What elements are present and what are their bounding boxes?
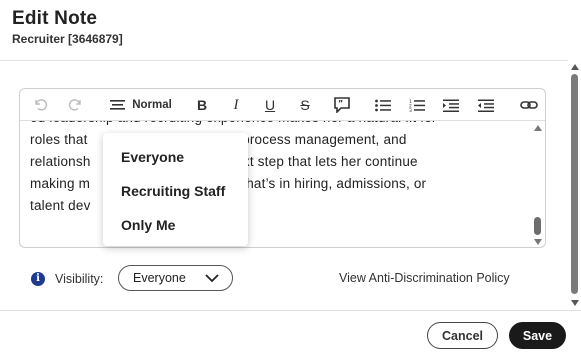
paragraph-format-icon[interactable] (108, 96, 126, 114)
editor-scroll-thumb[interactable] (534, 217, 541, 235)
modal-header: Edit Note Recruiter [3646879] (12, 8, 123, 46)
svg-text:”: ” (338, 99, 343, 108)
undo-icon[interactable] (32, 96, 50, 114)
editor-scrollbar[interactable] (533, 125, 542, 245)
outdent-icon[interactable] (477, 96, 495, 114)
modal-title: Edit Note (12, 8, 98, 29)
visibility-option-everyone[interactable]: Everyone (103, 143, 248, 177)
underline-button[interactable]: U (262, 96, 278, 114)
edit-note-modal: Edit Note Recruiter [3646879] Normal B I… (0, 0, 581, 362)
editor-toolbar: Normal B I U S ” 123 (20, 89, 545, 121)
scroll-down-arrow-icon[interactable] (571, 300, 579, 306)
chevron-down-icon (204, 271, 220, 288)
scroll-up-arrow-icon[interactable] (571, 64, 579, 70)
visibility-label: Visibility: (55, 272, 104, 286)
save-button[interactable]: Save (509, 322, 566, 349)
info-icon[interactable]: i (31, 272, 45, 286)
bold-button[interactable]: B (194, 96, 210, 114)
note-editor[interactable]: Normal B I U S ” 123 ed (19, 88, 546, 248)
editor-scroll-down-icon[interactable] (534, 239, 542, 245)
modal-subtitle: Recruiter [3646879] (12, 32, 123, 46)
visibility-option-recruiting-staff[interactable]: Recruiting Staff (103, 177, 248, 211)
modal-scrollbar[interactable] (568, 60, 581, 310)
visibility-selected-value: Everyone (133, 271, 186, 285)
italic-button[interactable]: I (228, 96, 244, 114)
bullet-list-icon[interactable] (374, 96, 392, 114)
redo-icon[interactable] (66, 96, 84, 114)
indent-icon[interactable] (442, 96, 460, 114)
visibility-option-only-me[interactable]: Only Me (103, 211, 248, 245)
cancel-button[interactable]: Cancel (427, 322, 498, 349)
footer-divider (0, 310, 581, 311)
header-divider (0, 60, 568, 61)
svg-text:3: 3 (409, 108, 412, 112)
scrollbar-thumb[interactable] (571, 74, 578, 294)
anti-discrimination-policy-link[interactable]: View Anti-Discrimination Policy (339, 271, 510, 285)
visibility-dropdown-menu: Everyone Recruiting Staff Only Me (103, 133, 248, 246)
style-select[interactable]: Normal (132, 96, 172, 114)
editor-line: ed leadership and recruiting experience … (30, 121, 535, 129)
link-icon[interactable] (519, 96, 539, 114)
quote-icon[interactable]: ” (332, 96, 352, 114)
editor-scroll-up-icon[interactable] (534, 125, 542, 131)
strikethrough-button[interactable]: S (297, 96, 313, 114)
numbered-list-icon[interactable]: 123 (408, 96, 426, 114)
visibility-select[interactable]: Everyone (118, 265, 233, 291)
